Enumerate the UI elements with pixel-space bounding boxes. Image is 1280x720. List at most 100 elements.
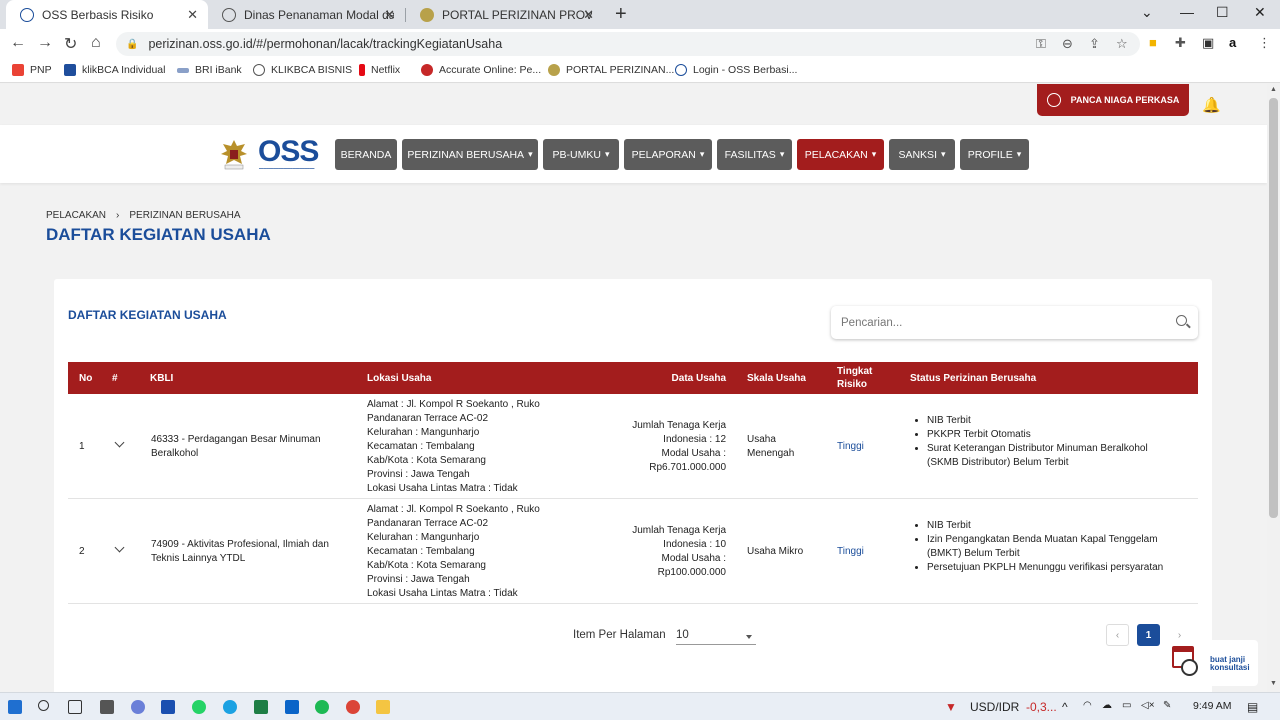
spotify-icon[interactable] xyxy=(315,700,329,714)
search-icon[interactable] xyxy=(1176,315,1187,326)
lokasi-line: Lokasi Usaha Lintas Matra : Tidak xyxy=(367,588,518,599)
app-icon[interactable] xyxy=(161,700,175,714)
prev-page-button[interactable]: ‹ xyxy=(1106,624,1129,646)
extension-icon[interactable]: ■ xyxy=(1149,35,1157,50)
table-header: No # KBLI Lokasi Usaha Data Usaha Skala … xyxy=(68,362,1198,394)
close-tab-icon[interactable]: ✕ xyxy=(583,7,594,23)
new-tab-icon[interactable]: + xyxy=(615,3,627,26)
zoom-icon[interactable]: ⊖ xyxy=(1062,36,1073,52)
close-tab-icon[interactable]: ✕ xyxy=(384,7,395,23)
scroll-down-icon[interactable]: ▼ xyxy=(1270,680,1277,687)
amazon-icon[interactable]: a xyxy=(1229,35,1236,50)
bookmark-item[interactable]: Login - OSS Berbasi... xyxy=(675,64,797,76)
clock-icon xyxy=(1181,659,1198,676)
file-explorer-icon[interactable] xyxy=(376,700,390,714)
page-button-current[interactable]: 1 xyxy=(1137,624,1160,646)
share-icon[interactable]: ⇪ xyxy=(1089,36,1100,52)
battery-icon[interactable]: ▭ xyxy=(1122,700,1131,711)
minimize-icon[interactable]: — xyxy=(1180,4,1194,20)
close-tab-icon[interactable]: ✕ xyxy=(187,7,198,23)
expand-chevron-icon[interactable] xyxy=(114,542,125,553)
user-account-button[interactable]: PANCA NIAGA PERKASA xyxy=(1037,84,1189,116)
pen-icon[interactable]: ✎ xyxy=(1163,700,1171,711)
konsultasi-button[interactable]: buat janji konsultasi xyxy=(1166,640,1258,686)
home-icon[interactable]: ⌂ xyxy=(91,34,101,52)
menu-profile[interactable]: PROFILE ▾ xyxy=(960,139,1029,170)
expand-chevron-icon[interactable] xyxy=(114,437,125,448)
task-view-icon[interactable] xyxy=(68,700,82,714)
menu-sanksi[interactable]: SANKSI ▾ xyxy=(889,139,955,170)
tab-oss[interactable]: OSS Berbasis Risiko ✕ xyxy=(6,0,208,29)
menu-pb-umku[interactable]: PB-UMKU ▾ xyxy=(543,139,619,170)
star-icon[interactable]: ☆ xyxy=(1116,36,1128,52)
menu-label: PERIZINAN BERUSAHA xyxy=(407,148,525,161)
row-lokasi: Alamat : Jl. Kompol R Soekanto , Ruko Pa… xyxy=(367,398,540,496)
bookmark-item[interactable]: Netflix xyxy=(359,64,400,76)
reload-icon[interactable]: ↻ xyxy=(64,34,77,54)
menu-pelaporan[interactable]: PELAPORAN ▾ xyxy=(624,139,712,170)
address-bar[interactable]: 🔒 perizinan.oss.go.id/#/permohonan/lacak… xyxy=(116,32,1140,56)
lokasi-line: Lokasi Usaha Lintas Matra : Tidak xyxy=(367,483,518,494)
mail-icon[interactable] xyxy=(285,700,299,714)
forward-icon[interactable]: → xyxy=(37,34,53,52)
bookmark-item[interactable]: KLIKBCA BISNIS xyxy=(253,64,352,76)
oss-logo[interactable]: OSS xyxy=(258,137,319,167)
network-icon[interactable]: ◠ xyxy=(1083,700,1092,711)
bookmark-item[interactable]: PNP xyxy=(12,64,52,76)
lokasi-line: Pandanaran Terrace AC-02 xyxy=(367,518,489,529)
bookmark-item[interactable]: BRI iBank xyxy=(177,64,242,76)
breadcrumb-pelacakan[interactable]: PELACAKAN xyxy=(46,210,106,221)
menu-dots-icon[interactable]: ⋮ xyxy=(1258,35,1271,51)
maximize-icon[interactable]: ☐ xyxy=(1216,4,1229,21)
chevron-down-icon: ▾ xyxy=(940,149,946,159)
bookmark-item[interactable]: PORTAL PERIZINAN... xyxy=(548,64,674,76)
search-icon[interactable] xyxy=(38,700,49,711)
per-page-value: 10 xyxy=(676,629,689,641)
menu-perizinan-berusaha[interactable]: PERIZINAN BERUSAHA ▾ xyxy=(402,139,538,170)
menu-beranda[interactable]: BERANDA xyxy=(335,139,397,170)
app-icon[interactable] xyxy=(131,700,145,714)
tab-search-chevron-icon[interactable]: ⌄ xyxy=(1141,4,1153,21)
row-skala: Usaha Menengah xyxy=(747,433,794,461)
puzzle-icon[interactable]: ✚ xyxy=(1175,35,1186,51)
tab-dpm[interactable]: Dinas Penanaman Modal dan Pe ✕ xyxy=(208,0,405,29)
jateng-emblem-icon xyxy=(548,64,560,76)
edge-icon[interactable] xyxy=(223,700,237,714)
bookmark-item[interactable]: Accurate Online: Pe... xyxy=(421,64,541,76)
scroll-up-icon[interactable]: ▲ xyxy=(1270,86,1277,93)
chrome-icon[interactable] xyxy=(346,700,360,714)
bookmark-item[interactable]: klikBCA Individual xyxy=(64,64,165,76)
notification-icon[interactable]: ▤ xyxy=(1247,700,1258,714)
back-icon[interactable]: ← xyxy=(10,34,26,52)
menu-pelacakan[interactable]: PELACAKAN ▾ xyxy=(797,139,884,170)
ticker-label[interactable]: USD/IDR xyxy=(970,700,1019,714)
camera-app-icon[interactable] xyxy=(100,700,114,714)
menu-fasilitas[interactable]: FASILITAS ▾ xyxy=(717,139,792,170)
page-scrollbar[interactable]: ▲ ▼ xyxy=(1267,84,1280,692)
close-window-icon[interactable]: ✕ xyxy=(1254,4,1266,21)
tab-portal[interactable]: PORTAL PERIZINAN PROV JAWA ✕ xyxy=(406,0,604,29)
kegiatan-usaha-card: DAFTAR KEGIATAN USAHA No # KBLI Lokasi U… xyxy=(54,279,1212,692)
tray-chevron-icon[interactable]: ^ xyxy=(1062,700,1068,714)
search-input[interactable] xyxy=(841,316,1161,329)
sidebar-icon[interactable]: ▣ xyxy=(1202,35,1214,51)
items-per-page-select[interactable]: 10 xyxy=(676,625,756,645)
volume-icon[interactable]: ◁× xyxy=(1141,700,1155,711)
chevron-down-icon: ▾ xyxy=(779,149,785,159)
data-line: Modal Usaha : xyxy=(661,448,726,459)
bell-icon[interactable]: 🔔 xyxy=(1202,96,1221,114)
data-line: Indonesia : 12 xyxy=(663,434,726,445)
whatsapp-icon[interactable] xyxy=(192,700,206,714)
cloud-icon[interactable]: ☁ xyxy=(1102,700,1112,711)
clock-time[interactable]: 9:49 AM xyxy=(1193,700,1232,712)
data-line: Jumlah Tenaga Kerja xyxy=(632,420,726,431)
konsultasi-label: buat janji konsultasi xyxy=(1210,655,1250,672)
row-lokasi: Alamat : Jl. Kompol R Soekanto , Ruko Pa… xyxy=(367,503,540,601)
key-icon[interactable]: ⚿ xyxy=(1036,36,1046,52)
caret-down-icon xyxy=(746,635,752,639)
table-row[interactable]: 1 46333 - Perdagangan Besar Minuman Bera… xyxy=(68,394,1198,499)
table-row[interactable]: 2 74909 - Aktivitas Profesional, Ilmiah … xyxy=(68,499,1198,604)
windows-start-icon[interactable] xyxy=(8,700,22,714)
excel-icon[interactable] xyxy=(254,700,268,714)
scroll-thumb[interactable] xyxy=(1269,98,1278,518)
